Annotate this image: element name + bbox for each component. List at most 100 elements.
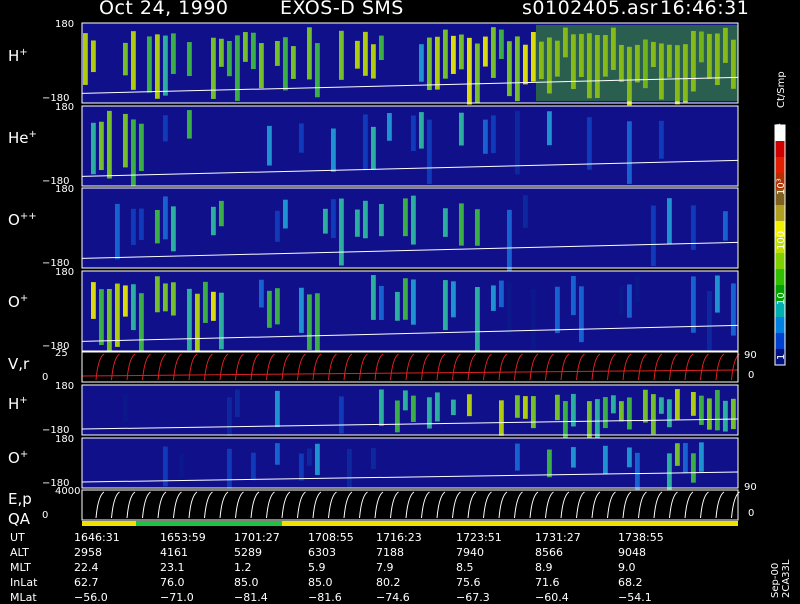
stripe-oplus-1	[91, 282, 96, 319]
axis-value: 23.1	[160, 561, 185, 574]
stripe-oplusplus	[411, 195, 416, 245]
ytick-bottom-ep: 0	[42, 510, 49, 521]
stripe-hplus-2	[675, 389, 680, 420]
stripe-oplus-2	[675, 443, 680, 466]
panel-label-oplusplus: O++	[8, 211, 37, 229]
stripe-oplus-1	[579, 286, 584, 343]
stripe-hplus-2	[451, 399, 456, 416]
stripe-oplusplus	[211, 206, 216, 236]
stripe-hplus-1	[499, 29, 504, 59]
axis-value: 71.6	[535, 576, 560, 589]
axis-value: 5.9	[308, 561, 326, 574]
ytick-bottom-vr: 0	[42, 372, 49, 383]
stripe-heplus	[107, 110, 112, 179]
stripe-hplus-2	[731, 398, 736, 430]
colorbar-tick: 100	[776, 230, 787, 250]
axis-row-label: MLat	[10, 591, 37, 604]
stripe-heplus	[139, 123, 144, 171]
stripe-hplus-1	[451, 35, 456, 74]
axis-value: 7.9	[376, 561, 394, 574]
colorbar-unit: Ct/Smp	[776, 71, 787, 108]
stripe-oplus-2	[571, 447, 576, 468]
stripe-hplus-2	[379, 389, 384, 426]
stripe-hplus-1	[523, 44, 528, 85]
stripe-hplus-1	[307, 27, 312, 80]
stripe-heplus	[483, 119, 488, 154]
stripe-hplus-1	[371, 44, 376, 79]
stripe-hplus-2	[699, 395, 704, 425]
stripe-oplusplus	[667, 198, 672, 245]
stripe-oplusplus	[523, 195, 528, 228]
stripe-heplus	[515, 110, 520, 175]
stripe-oplusplus	[171, 206, 176, 252]
axis-value: −60.4	[535, 591, 569, 604]
stripe-oplus-1	[155, 276, 160, 313]
stripe-hplus-2	[235, 389, 240, 418]
stripe-heplus	[91, 122, 96, 175]
stripe-hplus-1	[379, 35, 384, 60]
stripe-hplus-1	[491, 27, 496, 78]
stripe-oplusplus	[155, 209, 160, 244]
axis-value: −81.4	[234, 591, 268, 604]
stripe-oplus-1	[315, 293, 320, 355]
stripe-oplus-1	[187, 288, 192, 351]
colorbar-tick: 10⁴	[776, 123, 787, 140]
stripe-oplus-2	[307, 448, 312, 466]
colorbar-swatch	[775, 205, 785, 222]
stripe-hplus-2	[395, 400, 400, 433]
stripe-oplus-1	[307, 294, 312, 350]
stripe-oplus-1	[139, 293, 144, 358]
panel-label-ep: E,p	[8, 490, 32, 508]
colorbar-tick: 10	[776, 292, 787, 305]
stripe-oplus-1	[571, 275, 576, 316]
ytick-top-heplus: 180	[55, 102, 75, 113]
stripe-oplus-2	[547, 449, 552, 478]
stripe-hplus-2	[715, 389, 720, 431]
stripe-heplus	[331, 128, 336, 172]
stripe-oplusplus	[283, 199, 288, 229]
axis-value: 8.5	[456, 561, 474, 574]
stripe-oplus-1	[707, 290, 712, 356]
stripe-heplus	[267, 125, 272, 166]
stripe-oplus-1	[443, 280, 448, 331]
spectrogram-panels	[81, 22, 786, 526]
stripe-hplus-1	[123, 42, 128, 76]
axis-value: 22.4	[74, 561, 99, 574]
axis-value: 7188	[376, 546, 404, 559]
axis-value: 1653:59	[160, 531, 206, 544]
stripe-hplus-1	[83, 33, 88, 85]
stripe-oplus-1	[499, 280, 504, 308]
stripe-hplus-1	[483, 36, 488, 67]
side-text: Sep-00 2CA33L	[770, 559, 792, 598]
stripe-oplus-1	[163, 283, 168, 312]
stripe-oplus-1	[403, 278, 408, 320]
stripe-heplus	[659, 120, 664, 159]
stripe-oplusplus	[275, 210, 280, 242]
axis-value: 9.0	[618, 561, 636, 574]
panel-label-vr: V,r	[8, 355, 30, 373]
right-tick-bottom-vr: 0	[748, 370, 755, 381]
stripe-oplusplus	[219, 200, 224, 227]
stripe-hplus-2	[555, 394, 560, 421]
axis-value: 80.2	[376, 576, 401, 589]
stripe-oplus-1	[395, 291, 400, 321]
stripe-oplusplus	[323, 208, 328, 234]
stripe-hplus-1	[427, 37, 432, 91]
stripe-hplus-2	[619, 401, 624, 422]
stripe-oplus-1	[507, 281, 512, 336]
stripe-hplus-2	[515, 395, 520, 418]
colorbar-tick: 10³	[776, 178, 787, 195]
stripe-oplus-1	[451, 281, 456, 318]
panel-bg-ep	[82, 490, 738, 520]
stripe-oplus-1	[555, 286, 560, 334]
axis-value: 1738:55	[618, 531, 664, 544]
stripe-oplus-1	[123, 285, 128, 317]
stripe-hplus-2	[723, 400, 728, 432]
stripe-oplus-1	[299, 287, 304, 333]
stripe-oplusplus	[163, 196, 168, 240]
stripe-oplus-2	[251, 452, 256, 481]
stripe-oplusplus	[339, 198, 344, 266]
panel-label-hplus-2: H+	[8, 395, 28, 413]
stripe-heplus	[363, 114, 368, 171]
stripe-oplus-1	[99, 289, 104, 346]
